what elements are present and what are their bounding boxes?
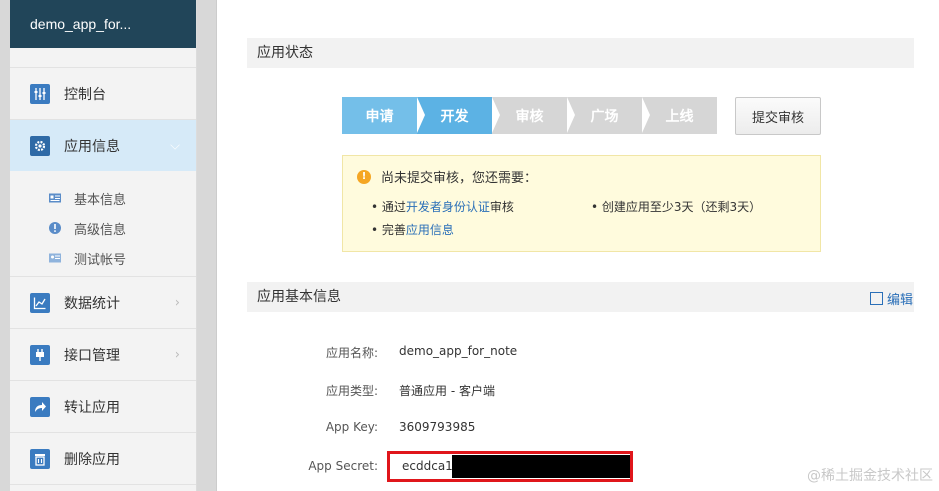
notice-heading: ! 尚未提交审核，您还需要：: [357, 167, 537, 186]
app-type-value: 普通应用 - 客户端: [399, 384, 495, 398]
requirements-notice: ! 尚未提交审核，您还需要： • 通过开发者身份认证审核 • 创建应用至少3天（…: [342, 155, 821, 252]
sidebar-item-console[interactable]: 控制台: [10, 68, 196, 120]
step-review: 审核: [492, 97, 575, 134]
edit-button[interactable]: 编辑: [869, 289, 913, 308]
step-apply: 申请: [342, 97, 425, 134]
step-label: 审核: [515, 108, 544, 125]
status-steps: 申请 开发 审核 广场 上线: [342, 97, 717, 134]
developer-verification-link[interactable]: 开发者身份认证: [406, 200, 490, 214]
step-label: 上线: [665, 108, 694, 125]
sidebar-subitem-test-account[interactable]: 测试帐号: [10, 243, 196, 273]
gear-icon: [30, 135, 50, 156]
watermark: @稀土掘金技术社区: [807, 468, 933, 484]
step-separator: [642, 97, 650, 133]
chart-icon: [30, 292, 50, 313]
sidebar-subitem-basic-info[interactable]: 基本信息: [10, 183, 196, 213]
chevron-down-icon: ⌵: [170, 138, 180, 153]
sidebar-item-statistics[interactable]: 数据统计 ›: [10, 277, 196, 329]
sidebar-item-label: 数据统计: [64, 295, 120, 312]
app-key-value: 3609793985: [399, 420, 476, 434]
sidebar: demo_app_for... 控制台 应用信息 ⌵ 基本信息 高级信息 测试帐…: [10, 0, 197, 491]
step-online: 上线: [642, 97, 717, 134]
sliders-icon: [30, 83, 50, 104]
sidebar-subitem-label: 测试帐号: [74, 252, 127, 268]
sidebar-subitem-label: 基本信息: [74, 192, 127, 208]
submit-review-button[interactable]: 提交审核: [735, 97, 821, 135]
sidebar-item-label: 接口管理: [64, 347, 120, 364]
sidebar-spacer: [10, 48, 196, 68]
sidebar-item-label: 转让应用: [64, 399, 120, 416]
info-icon: [48, 221, 62, 235]
main-content: 应用状态 申请 开发 审核 广场 上线 提交审核 ! 尚未提交审核，您还需要： …: [216, 0, 939, 491]
share-icon: [30, 396, 50, 417]
requirement-app-info: • 完善应用信息: [371, 221, 454, 238]
sidebar-item-transfer-app[interactable]: 转让应用: [10, 381, 196, 433]
app-info-link[interactable]: 应用信息: [406, 223, 454, 237]
requirement-text: • 完善: [371, 223, 406, 237]
edit-label: 编辑: [886, 293, 913, 308]
requirement-text: 审核: [489, 200, 514, 214]
step-separator: [417, 97, 425, 133]
step-develop: 开发: [417, 97, 500, 134]
app-secret-label: App Secret:: [308, 459, 378, 473]
requirement-days: • 创建应用至少3天（还剩3天）: [591, 200, 762, 214]
edit-icon: [869, 292, 883, 305]
app-secret-value: ecddca1: [402, 459, 453, 473]
app-name-label: 应用名称:: [325, 346, 378, 360]
app-status-title: 应用状态: [247, 38, 914, 68]
notice-heading-text: 尚未提交审核，您还需要：: [381, 171, 538, 186]
sidebar-subitem-advanced-info[interactable]: 高级信息: [10, 213, 196, 243]
app-key-label: App Key:: [325, 420, 378, 434]
requirement-text: • 通过: [371, 200, 406, 214]
sidebar-item-label: 应用信息: [64, 138, 120, 155]
step-label: 申请: [365, 108, 394, 125]
app-name-value: demo_app_for_note: [399, 344, 518, 358]
redaction-mask: [452, 455, 630, 478]
step-separator: [567, 97, 575, 133]
warning-icon: !: [357, 169, 371, 184]
app-basic-info-title: 应用基本信息: [247, 282, 914, 312]
step-label: 广场: [590, 108, 619, 125]
chevron-right-icon: ›: [174, 347, 180, 362]
trash-icon: [30, 448, 50, 469]
step-square: 广场: [567, 97, 650, 134]
app-name-header[interactable]: demo_app_for...: [10, 0, 196, 48]
step-separator: [492, 97, 500, 133]
sidebar-item-label: 控制台: [64, 86, 106, 103]
app-secret-highlight: ecddca1: [387, 451, 633, 482]
sidebar-item-label: 删除应用: [64, 451, 120, 468]
sidebar-item-api-management[interactable]: 接口管理 ›: [10, 329, 196, 381]
sidebar-item-delete-app[interactable]: 删除应用: [10, 433, 196, 485]
app-type-label: 应用类型:: [325, 384, 378, 398]
chevron-right-icon: ›: [174, 295, 180, 310]
step-label: 开发: [440, 108, 469, 125]
test-account-icon: [48, 251, 62, 265]
sidebar-subitem-label: 高级信息: [74, 222, 127, 238]
plug-icon: [30, 344, 50, 365]
sidebar-subnav: 基本信息 高级信息 测试帐号: [10, 171, 196, 277]
requirement-identity: • 通过开发者身份认证审核: [371, 198, 514, 215]
sidebar-item-app-info[interactable]: 应用信息 ⌵: [10, 120, 196, 171]
id-card-icon: [48, 191, 62, 205]
